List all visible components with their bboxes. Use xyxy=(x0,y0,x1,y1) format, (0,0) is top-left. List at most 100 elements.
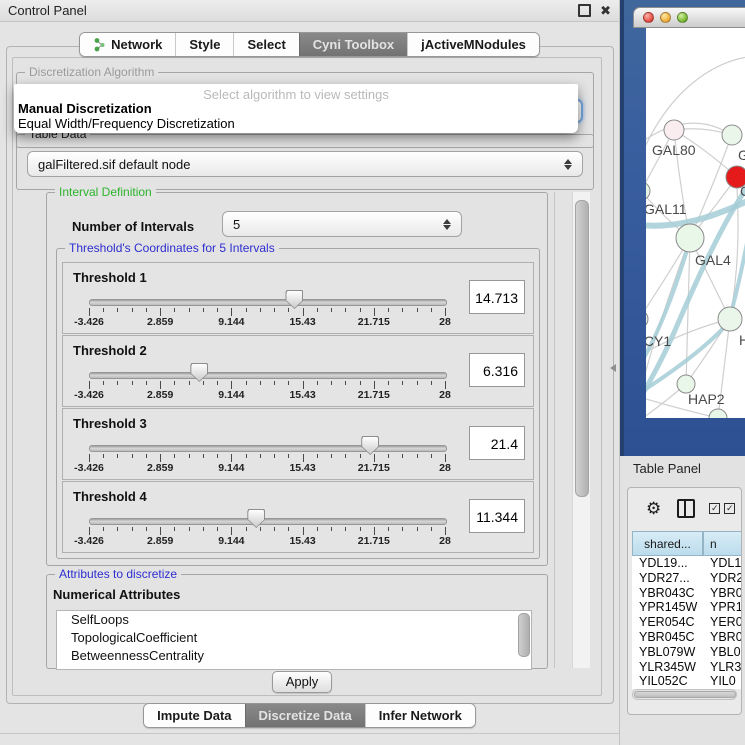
list-item[interactable]: SelfLoops xyxy=(57,611,531,629)
table-row[interactable]: YBL079WYBL0 xyxy=(632,645,742,660)
table-toolbar: ⚙ ✓ ✓ xyxy=(628,488,741,528)
split-columns-icon[interactable] xyxy=(677,499,695,518)
tab-label: Network xyxy=(111,37,162,52)
table-cell: YBR045C xyxy=(632,630,703,645)
tab-style[interactable]: Style xyxy=(175,33,233,56)
slider-ticks xyxy=(89,381,445,389)
bottom-tabbar-wrap: Impute DataDiscretize DataInfer Network xyxy=(0,703,619,728)
threshold-value-field[interactable]: 21.4 xyxy=(469,426,525,460)
slider-track[interactable] xyxy=(89,299,447,306)
checkbox-icon[interactable]: ✓ xyxy=(709,503,720,514)
control-panel-titlebar: Control Panel ✖ xyxy=(0,0,619,22)
tab-select[interactable]: Select xyxy=(233,33,298,56)
threshold-value-field[interactable]: 6.316 xyxy=(469,353,525,387)
tab-jactivemnodules[interactable]: jActiveMNodules xyxy=(407,33,539,56)
table-cell: YBL079W xyxy=(632,645,703,660)
table-cell: YER054C xyxy=(632,615,703,630)
tab-label: Cyni Toolbox xyxy=(313,37,394,52)
combo-stepper-icon xyxy=(564,159,572,170)
network-node[interactable] xyxy=(646,182,650,200)
table-row[interactable]: YBR045CYBR0 xyxy=(632,630,742,645)
threshold-label: Threshold 3 xyxy=(73,416,147,431)
control-panel: Control Panel ✖ Network StyleSelect Cyni T… xyxy=(0,0,620,745)
table-cell: YIL0 xyxy=(703,674,742,689)
slider-track[interactable] xyxy=(89,372,447,379)
tick-label: 28 xyxy=(439,316,451,328)
table-panel: ⚙ ✓ ✓ shared...n YDL19...YDL1YDR27...YDR… xyxy=(627,487,742,715)
table-row[interactable]: YDR27...YDR2 xyxy=(632,571,742,586)
table-hscrollbar-thumb[interactable] xyxy=(634,691,736,698)
slider-track[interactable] xyxy=(89,518,447,525)
table-row[interactable]: YIL052CYIL0 xyxy=(632,674,742,689)
tab-impute-data[interactable]: Impute Data xyxy=(144,704,244,727)
tick-label: -3.426 xyxy=(74,316,104,328)
splitter-arrow-icon[interactable] xyxy=(610,364,616,372)
zoom-traffic-light-icon[interactable] xyxy=(677,12,688,23)
network-graph: GAL80GCGAL11GAL4GCY1HHAP2 xyxy=(646,28,745,418)
list-item[interactable]: BetweennessCentrality xyxy=(57,647,531,665)
slider-thumb[interactable] xyxy=(190,363,208,382)
table-hscrollbar[interactable] xyxy=(632,689,737,700)
number-of-intervals-value: 5 xyxy=(233,217,240,232)
table-row[interactable]: YBR043CYBR0 xyxy=(632,586,742,601)
table-row[interactable]: YDL19...YDL1 xyxy=(632,556,742,571)
tick-label: 21.715 xyxy=(358,462,390,474)
table-row[interactable]: YER054CYER0 xyxy=(632,615,742,630)
tab-discretize-data[interactable]: Discretize Data xyxy=(245,704,365,727)
tab-network[interactable]: Network xyxy=(80,33,175,56)
network-canvas[interactable]: GAL80GCGAL11GAL4GCY1HHAP2 xyxy=(646,28,745,418)
slider-tick-labels: -3.4262.8599.14415.4321.71528 xyxy=(89,316,445,328)
tab-infer-network[interactable]: Infer Network xyxy=(365,704,475,727)
network-node[interactable] xyxy=(664,120,684,140)
dropdown-option-manual[interactable]: Manual Discretization xyxy=(18,101,152,116)
tick-label: -3.426 xyxy=(74,462,104,474)
number-of-intervals-combobox[interactable]: 5 xyxy=(222,211,462,237)
slider-tick-labels: -3.4262.8599.14415.4321.71528 xyxy=(89,535,445,547)
panel-title: Control Panel xyxy=(8,3,569,18)
tick-label: 21.715 xyxy=(358,535,390,547)
slider-thumb[interactable] xyxy=(361,436,379,455)
table-data-combobox[interactable]: galFiltered.sif default node xyxy=(27,151,583,177)
slider-thumb[interactable] xyxy=(247,509,265,528)
table-cell: YDR2 xyxy=(703,571,742,586)
tick-label: 9.144 xyxy=(218,462,244,474)
tick-label: 15.43 xyxy=(289,462,315,474)
minimize-traffic-light-icon[interactable] xyxy=(660,12,671,23)
table-row[interactable]: YPR145WYPR1 xyxy=(632,600,742,615)
tick-label: 2.859 xyxy=(147,535,173,547)
threshold-value-field[interactable]: 11.344 xyxy=(469,499,525,533)
tick-label: 2.859 xyxy=(147,462,173,474)
network-node[interactable] xyxy=(718,307,742,331)
dropdown-option-equal-width[interactable]: Equal Width/Frequency Discretization xyxy=(18,116,235,131)
close-traffic-light-icon[interactable] xyxy=(643,12,654,23)
gear-icon[interactable]: ⚙ xyxy=(646,500,661,517)
network-window-titlebar[interactable] xyxy=(633,7,745,28)
table-rows: YDL19...YDL1YDR27...YDR2YBR043CYBR0YPR14… xyxy=(632,556,742,689)
close-icon[interactable]: ✖ xyxy=(600,3,611,19)
numerical-attributes-list[interactable]: SelfLoopsTopologicalCoefficientBetweenne… xyxy=(56,610,532,670)
checkbox-icon[interactable]: ✓ xyxy=(724,503,735,514)
table-cell: YDL1 xyxy=(703,556,742,571)
network-node[interactable] xyxy=(676,224,704,252)
list-item[interactable]: TopologicalCoefficient xyxy=(57,629,531,647)
table-cell: YBR0 xyxy=(703,586,742,601)
network-node[interactable] xyxy=(722,125,742,145)
tab-cyni-toolbox[interactable]: Cyni Toolbox xyxy=(299,33,407,56)
attributes-list-scrollbar[interactable] xyxy=(518,613,530,657)
network-node[interactable] xyxy=(709,409,727,418)
float-window-icon[interactable] xyxy=(578,4,591,17)
threshold-box-3: Threshold 3-3.4262.8599.14415.4321.71528… xyxy=(62,408,534,480)
table-row[interactable]: YLR345WYLR3 xyxy=(632,660,742,675)
algorithm-dropdown-popup: Select algorithm to view settings Manual… xyxy=(14,84,578,133)
threshold-value-field[interactable]: 14.713 xyxy=(469,280,525,314)
panel-scrollbar-thumb[interactable] xyxy=(575,200,589,497)
column-header[interactable]: shared... xyxy=(632,531,703,556)
slider-track[interactable] xyxy=(89,445,447,452)
slider-thumb[interactable] xyxy=(285,290,303,309)
panel-scrollbar[interactable] xyxy=(572,192,590,668)
network-node[interactable] xyxy=(646,310,648,328)
apply-button[interactable]: Apply xyxy=(272,671,332,693)
node-label: H xyxy=(739,332,745,348)
table-cell: YER0 xyxy=(703,615,742,630)
column-header[interactable]: n xyxy=(703,531,742,556)
